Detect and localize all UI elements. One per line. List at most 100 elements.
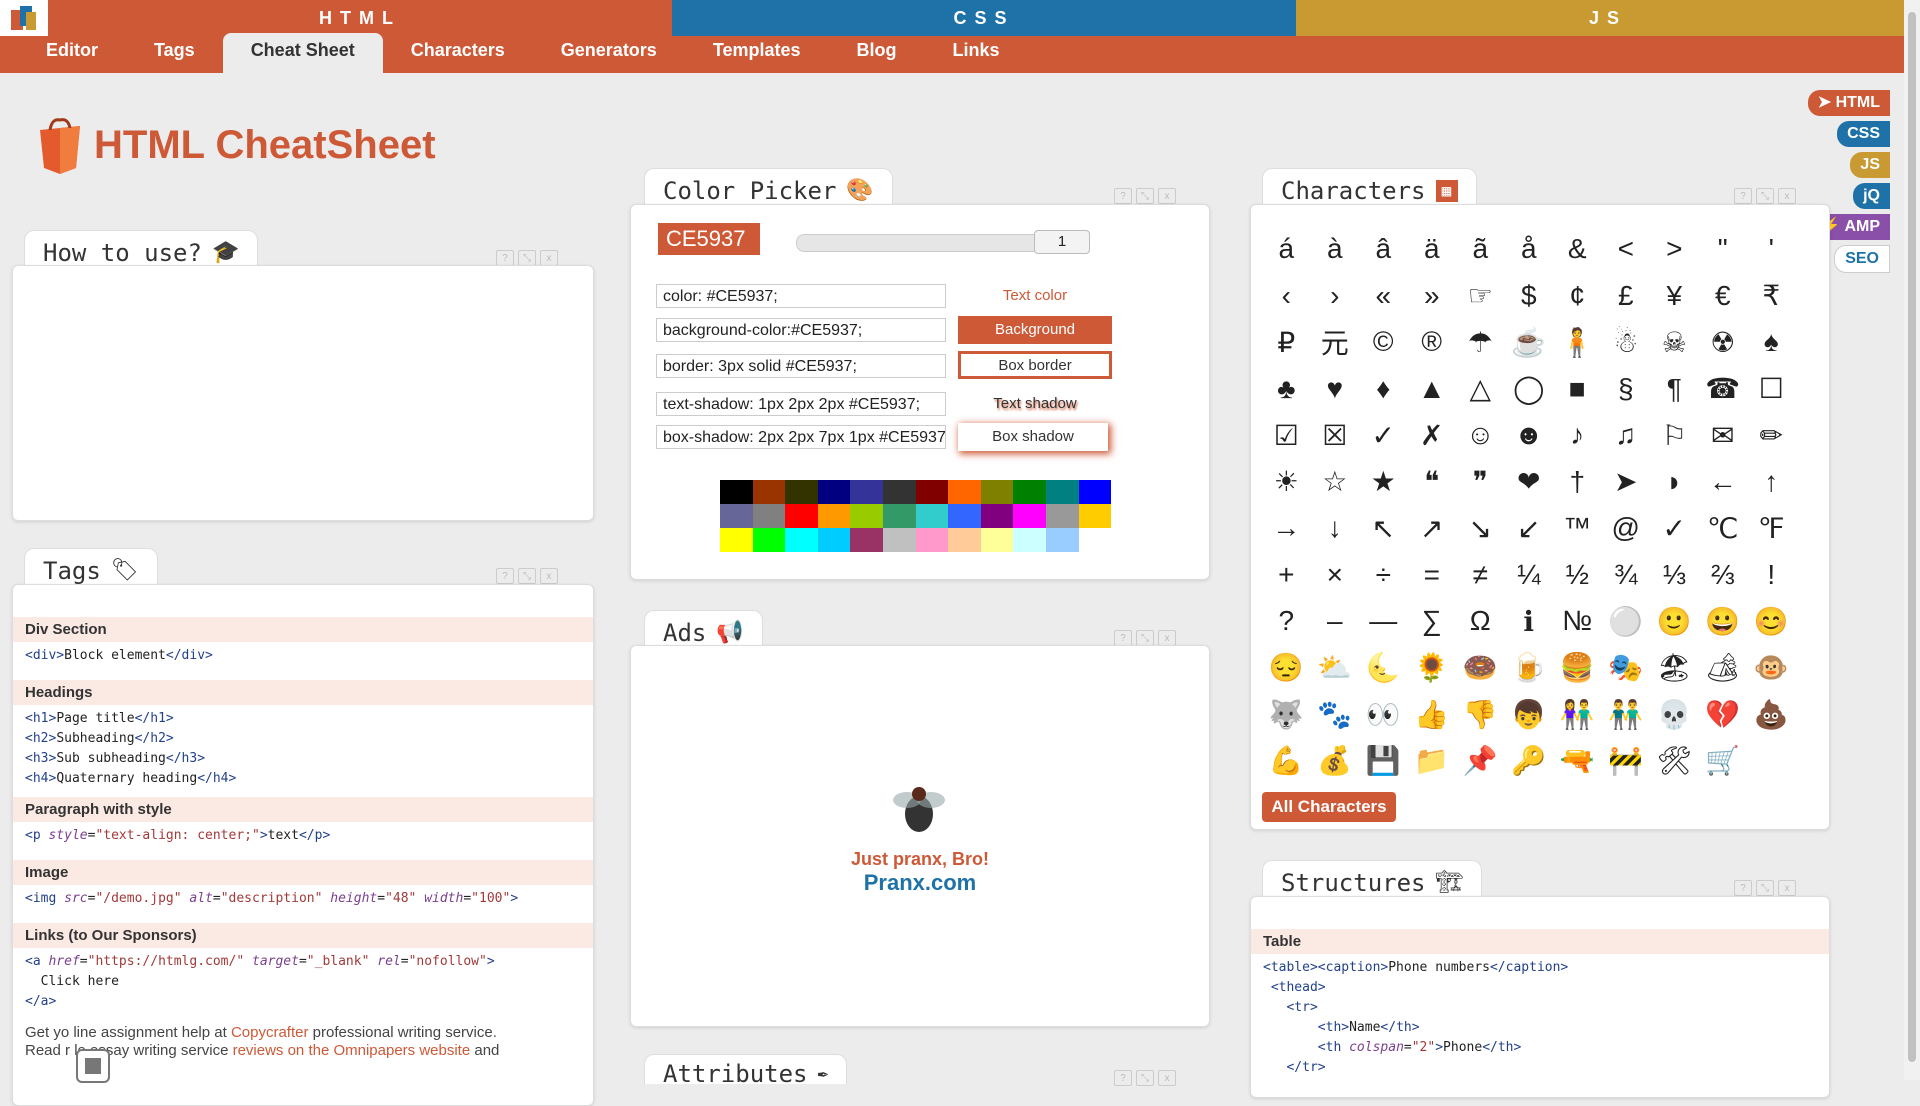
character-cell[interactable]: ■ [1553, 366, 1602, 413]
character-cell[interactable]: ‹ [1262, 273, 1311, 320]
expand-icon[interactable]: ⤡ [1136, 1070, 1154, 1086]
all-characters-button[interactable]: All Characters [1262, 792, 1396, 822]
character-cell[interactable]: ® [1408, 319, 1457, 366]
character-cell[interactable]: ☆ [1311, 459, 1360, 506]
expand-icon[interactable]: ⤡ [1756, 188, 1774, 204]
character-cell[interactable]: 🍩 [1456, 645, 1505, 692]
character-cell[interactable]: → [1262, 505, 1311, 552]
help-icon[interactable]: ? [1734, 188, 1752, 204]
character-cell[interactable]: × [1311, 552, 1360, 599]
character-cell[interactable]: ™ [1553, 505, 1602, 552]
box-border-button[interactable]: Box border [958, 351, 1112, 379]
color-swatch[interactable] [817, 480, 851, 504]
character-cell[interactable]: â [1359, 226, 1408, 273]
character-cell[interactable]: 🌻 [1408, 645, 1457, 692]
character-cell[interactable]: ❞ [1456, 459, 1505, 506]
character-cell[interactable]: 🔫 [1553, 738, 1602, 785]
character-cell[interactable]: 🌜 [1359, 645, 1408, 692]
character-cell[interactable]: ☻ [1505, 412, 1554, 459]
text-shadow-button[interactable]: Text shadow [958, 390, 1112, 418]
character-cell[interactable]: ☠ [1650, 319, 1699, 366]
character-cell[interactable]: ¾ [1602, 552, 1651, 599]
segment-js[interactable]: JS [1296, 0, 1920, 36]
color-swatch[interactable] [882, 480, 916, 504]
table-code-block[interactable]: <table><caption>Phone numbers</caption> … [1251, 954, 1829, 1082]
color-swatch[interactable] [948, 528, 981, 552]
color-swatch[interactable] [720, 480, 753, 504]
quicklink-jquery[interactable]: jQ [1853, 183, 1890, 209]
character-cell[interactable]: ← [1699, 459, 1748, 506]
character-cell[interactable]: 😊 [1747, 598, 1796, 645]
character-cell[interactable]: ↑ [1747, 459, 1796, 506]
character-cell[interactable]: ⛅ [1311, 645, 1360, 692]
color-swatch[interactable] [850, 480, 883, 504]
character-cell[interactable]: † [1553, 459, 1602, 506]
color-swatch[interactable] [752, 504, 786, 528]
character-cell[interactable]: – [1311, 598, 1360, 645]
nav-editor[interactable]: Editor [18, 37, 126, 73]
character-cell[interactable]: 🔑 [1505, 738, 1554, 785]
color-swatch[interactable] [1013, 504, 1046, 528]
character-cell[interactable]: « [1359, 273, 1408, 320]
character-cell[interactable]: ä [1408, 226, 1457, 273]
character-cell[interactable]: ✗ [1408, 412, 1457, 459]
character-cell[interactable]: ℹ [1505, 598, 1554, 645]
character-cell[interactable]: Ω [1456, 598, 1505, 645]
character-cell[interactable]: ≠ [1456, 552, 1505, 599]
site-logo[interactable] [0, 0, 48, 36]
color-swatch[interactable] [1045, 480, 1079, 504]
help-icon[interactable]: ? [1734, 880, 1752, 896]
color-swatch[interactable] [915, 504, 949, 528]
help-icon[interactable]: ? [496, 250, 514, 266]
color-swatch[interactable] [850, 528, 883, 552]
character-cell[interactable]: ★ [1359, 459, 1408, 506]
character-cell[interactable]: ☺ [1456, 412, 1505, 459]
color-swatch[interactable] [882, 528, 916, 552]
character-cell[interactable]: ₽ [1262, 319, 1311, 366]
nav-generators[interactable]: Generators [533, 37, 685, 73]
expand-icon[interactable]: ⤡ [1136, 188, 1154, 204]
character-cell[interactable]: à [1311, 226, 1360, 273]
character-cell[interactable]: ÷ [1359, 552, 1408, 599]
hex-value[interactable]: CE5937 [658, 223, 760, 255]
color-swatch[interactable] [817, 528, 851, 552]
box-shadow-button[interactable]: Box shadow [958, 423, 1108, 451]
character-cell[interactable]: ☢ [1699, 319, 1748, 366]
character-cell[interactable]: ↙ [1505, 505, 1554, 552]
character-cell[interactable]: ☐ [1747, 366, 1796, 413]
help-icon[interactable]: ? [496, 568, 514, 584]
color-swatch[interactable] [948, 504, 981, 528]
character-cell[interactable]: 🐺 [1262, 691, 1311, 738]
color-swatch[interactable] [980, 504, 1014, 528]
close-icon[interactable]: x [1778, 188, 1796, 204]
character-cell[interactable]: △ [1456, 366, 1505, 413]
color-swatch[interactable] [980, 480, 1014, 504]
character-cell[interactable]: ✓ [1650, 505, 1699, 552]
omnipapers-link[interactable]: reviews on the Omnipapers website [233, 1042, 471, 1059]
color-swatch[interactable] [752, 528, 786, 552]
help-icon[interactable]: ? [1114, 188, 1132, 204]
character-cell[interactable]: ⅓ [1650, 552, 1699, 599]
character-cell[interactable]: 🎭 [1602, 645, 1651, 692]
character-cell[interactable]: ➤ [1602, 459, 1651, 506]
character-cell[interactable]: @ [1602, 505, 1651, 552]
color-swatch[interactable] [948, 480, 981, 504]
code-block[interactable]: <img src="/demo.jpg" alt="description" h… [13, 885, 593, 913]
css-box-shadow-code[interactable]: box-shadow: 2px 2px 7px 1px #CE5937; [656, 425, 946, 449]
color-swatch[interactable] [1013, 480, 1046, 504]
scrollbar-thumb[interactable] [1908, 12, 1916, 1062]
character-cell[interactable]: 💔 [1699, 691, 1748, 738]
character-cell[interactable]: — [1359, 598, 1408, 645]
character-cell[interactable]: ✏ [1747, 412, 1796, 459]
character-cell[interactable]: 👍 [1408, 691, 1457, 738]
nav-links[interactable]: Links [925, 37, 1028, 73]
character-cell[interactable]: 👎 [1456, 691, 1505, 738]
quicklink-seo[interactable]: SEO [1834, 245, 1890, 273]
character-cell[interactable]: " [1699, 226, 1748, 273]
character-cell[interactable]: < [1602, 226, 1651, 273]
opacity-value[interactable]: 1 [1034, 230, 1090, 254]
character-cell[interactable]: > [1650, 226, 1699, 273]
text-color-button[interactable]: Text color [958, 282, 1112, 310]
character-cell[interactable]: › [1311, 273, 1360, 320]
character-cell[interactable]: © [1359, 319, 1408, 366]
